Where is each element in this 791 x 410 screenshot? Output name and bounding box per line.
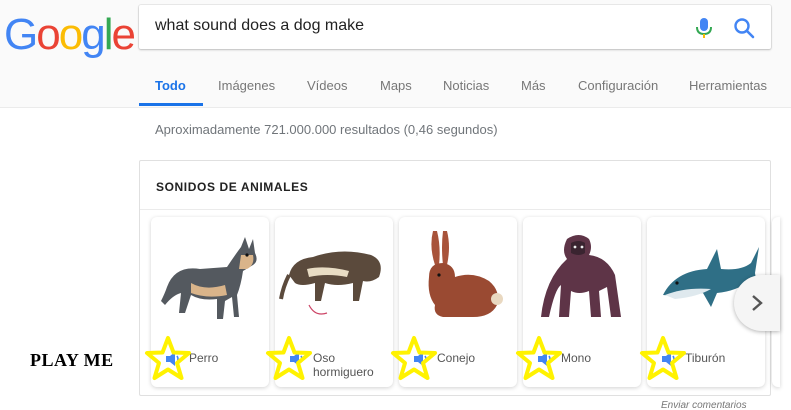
logo-letter: l [103,10,114,59]
animal-sounds-card: SONIDOS DE ANIMALES Perro Oso hormiguero [139,160,780,396]
logo-letter: G [4,10,38,59]
microphone-icon[interactable] [695,17,713,39]
logo-letter: e [111,10,136,59]
animal-card-perro[interactable]: Perro [151,217,269,387]
result-stats: Aproximadamente 721.000.000 resultados (… [155,122,498,137]
tab-maps[interactable]: Maps [380,78,412,93]
speaker-icon[interactable] [537,351,555,367]
google-logo[interactable]: Google [4,10,136,60]
search-icon[interactable] [733,17,755,39]
speaker-icon[interactable] [661,351,679,367]
animal-card-conejo[interactable]: Conejo [399,217,517,387]
animal-card-mono[interactable]: Mono [523,217,641,387]
speaker-icon[interactable] [289,351,307,367]
logo-letter: o [36,10,61,59]
tab-imagenes[interactable]: Imágenes [218,78,275,93]
tab-configuracion[interactable]: Configuración [578,78,658,93]
animal-label: Conejo [437,351,476,365]
chevron-right-icon [752,295,763,311]
dog-image [161,237,257,319]
gorilla-image [541,235,621,317]
animal-label: Tiburón [685,351,726,365]
speaker-icon[interactable] [165,351,183,367]
animal-label: Oso hormiguero [313,351,374,379]
speaker-icon[interactable] [413,351,431,367]
tab-todo[interactable]: Todo [155,78,186,93]
anteater-image [279,251,381,315]
animal-label: Perro [189,351,219,365]
logo-letter: o [58,10,84,59]
play-me-annotation: PLAY ME [30,350,114,370]
active-tab-indicator [139,103,203,106]
search-input[interactable]: what sound does a dog make [155,17,364,35]
divider [140,209,770,210]
search-box[interactable]: what sound does a dog make [139,5,771,49]
rabbit-image [428,231,503,317]
animal-card-oso-hormiguero[interactable]: Oso hormiguero [275,217,393,387]
tab-herramientas[interactable]: Herramientas [689,78,767,93]
tab-mas[interactable]: Más [521,78,546,93]
animal-label: Mono [561,351,592,365]
logo-letter: g [81,10,106,59]
tab-videos[interactable]: Vídeos [307,78,347,93]
search-tabs: Todo Imágenes Vídeos Maps Noticias Más C… [0,78,791,108]
card-title: SONIDOS DE ANIMALES [156,180,309,194]
feedback-link[interactable]: Enviar comentarios [661,400,747,410]
tab-noticias[interactable]: Noticias [443,78,489,93]
